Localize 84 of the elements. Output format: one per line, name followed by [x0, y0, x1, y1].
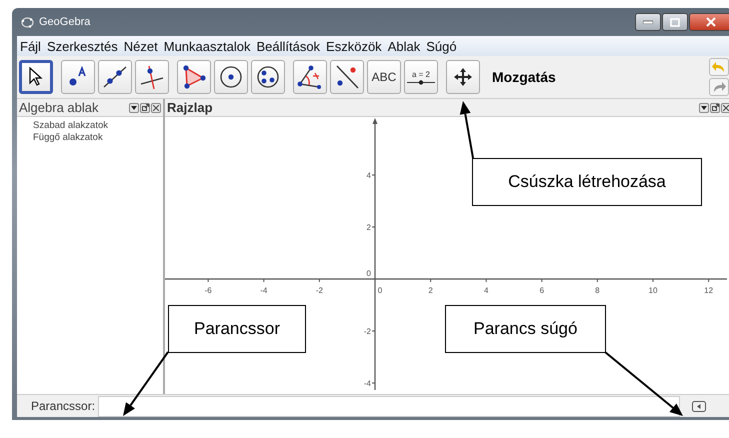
tick-label: -6	[204, 286, 212, 295]
tick-label: -2	[364, 327, 371, 336]
tool-button[interactable]	[330, 60, 364, 94]
redo-icon	[712, 81, 726, 93]
tool-button[interactable]	[135, 60, 169, 94]
undo-icon	[712, 61, 726, 73]
menu-item[interactable]: Ablak	[388, 38, 420, 54]
tool-button[interactable]: ABC	[367, 60, 401, 94]
arrow-cursor-icon	[28, 67, 44, 87]
menu-item[interactable]: Nézet	[124, 38, 158, 54]
input-field[interactable]	[98, 396, 680, 416]
tool-button[interactable]	[446, 60, 480, 94]
tool-button[interactable]	[214, 60, 248, 94]
tree-item[interactable]: Szabad alakzatok	[17, 120, 163, 132]
undock-button[interactable]	[710, 102, 720, 112]
panel-title: Algebra ablak	[19, 100, 98, 115]
tick-label: 8	[595, 286, 600, 295]
tick-label: 4	[484, 286, 488, 295]
tool-label: a = 2	[412, 70, 430, 78]
tool-button[interactable]	[177, 60, 211, 94]
circle-icon	[219, 65, 243, 89]
tick-label: 6	[540, 286, 544, 295]
menu-item[interactable]: Eszközök	[326, 38, 382, 54]
tick-label: 4	[366, 171, 371, 180]
tick-label: 0	[366, 269, 371, 278]
close-button[interactable]	[151, 102, 161, 112]
callout-label: Csúszka létrehozása	[472, 158, 702, 206]
menu-button[interactable]	[129, 102, 139, 112]
tick-label: -2	[316, 286, 323, 295]
tool-button[interactable]: a = 2	[404, 60, 438, 94]
tick-label: 0	[378, 286, 382, 295]
callout-label: Parancs súgó	[445, 305, 606, 353]
menu-item[interactable]: Fájl	[20, 38, 41, 54]
help-button[interactable]	[691, 399, 707, 413]
minimize-button[interactable]	[635, 13, 661, 31]
tick-label: -4	[364, 379, 371, 388]
undock-icon	[712, 104, 718, 111]
close-icon	[723, 104, 729, 110]
tick-label: -4	[260, 286, 268, 295]
tick-label: 12	[704, 286, 714, 295]
maximize-icon	[670, 18, 680, 26]
tick-label: 2	[428, 286, 433, 295]
redo-button[interactable]	[709, 78, 729, 96]
tool-button[interactable]	[61, 60, 95, 94]
menu-item[interactable]: Munkaasztalok	[164, 38, 250, 54]
dropdown-icon	[131, 106, 137, 110]
close-icon	[153, 104, 159, 110]
undock-button[interactable]	[140, 102, 150, 112]
input-label: Parancssor:	[31, 399, 96, 413]
angle-icon	[297, 65, 323, 89]
move-arrows-icon	[453, 67, 473, 87]
perpendicular-line-icon	[139, 64, 165, 90]
window-title: GeoGebra	[39, 16, 90, 28]
slider-icon	[407, 80, 435, 84]
close-button[interactable]	[721, 102, 729, 112]
tool-label: ABC	[372, 70, 396, 84]
close-button[interactable]	[689, 13, 729, 31]
tick-label: 2	[366, 223, 371, 232]
panel-title: Rajzlap	[167, 100, 213, 115]
tool-name: Mozgatás	[492, 69, 556, 85]
menu-button[interactable]	[699, 102, 709, 112]
menu-item[interactable]: Súgó	[426, 38, 457, 54]
menu-item[interactable]: Beállítások	[256, 38, 320, 54]
callout-arrow	[460, 101, 474, 158]
callout-label: Parancssor	[168, 305, 306, 353]
ellipse-icon	[256, 65, 280, 89]
triangle-icon	[181, 65, 207, 89]
tool-button[interactable]	[98, 60, 132, 94]
tool-button[interactable]	[251, 60, 285, 94]
reflect-icon	[334, 64, 360, 90]
tool-button[interactable]	[293, 60, 327, 94]
maximize-button[interactable]	[662, 13, 688, 31]
app-logo-icon	[21, 16, 34, 28]
tree-item[interactable]: Függő alakzatok	[17, 132, 163, 144]
callout-arrow	[123, 351, 169, 416]
tool-button[interactable]	[19, 60, 53, 94]
close-icon	[706, 17, 716, 27]
tick-label: 10	[648, 286, 658, 295]
minimize-icon	[643, 20, 653, 24]
menu-item[interactable]: Szerkesztés	[46, 38, 118, 54]
help-icon	[692, 400, 706, 412]
dropdown-icon	[701, 106, 707, 110]
undock-icon	[142, 104, 148, 111]
line-icon	[102, 65, 128, 89]
